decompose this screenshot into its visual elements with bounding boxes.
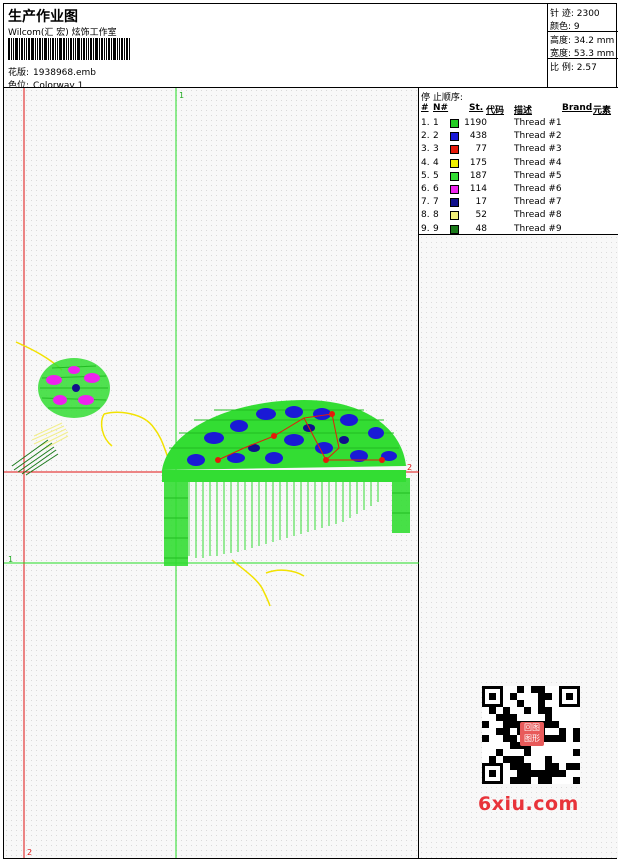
row-stitches: 175 <box>469 157 487 168</box>
row-number: 5 <box>433 170 439 181</box>
stop-sequence-panel: 停 止顺序: # N# St. 代码 描述 Brand 元素 1. 1 1190 Th… <box>419 88 618 235</box>
color-swatch <box>450 145 459 155</box>
watermark: 回图 图形 6xiu.com <box>474 684 590 824</box>
thread-row: 1. 1 1190 Thread #1 <box>419 118 618 131</box>
thread-row: 6. 6 114 Thread #6 <box>419 184 618 197</box>
stem-line <box>265 569 305 577</box>
row-stitches: 77 <box>475 144 487 155</box>
row-description: Thread #2 <box>514 131 562 142</box>
sheet-title: 生产作业图 <box>8 9 78 25</box>
col-header-brand: Brand <box>562 103 593 113</box>
col-header-number: N# <box>433 103 449 113</box>
thread-row: 5. 5 187 Thread #5 <box>419 171 618 184</box>
stats-panel: 针 迹: 2300 颜色: 9 高度: 34.2 mm 宽度: 53.3 mm … <box>548 4 618 88</box>
row-stitches: 52 <box>475 210 487 221</box>
row-index: 8. <box>421 210 430 221</box>
thread-row: 4. 4 175 Thread #4 <box>419 158 618 171</box>
row-index: 4. <box>421 157 430 168</box>
leaf-pale <box>31 422 69 451</box>
row-index: 6. <box>421 184 430 194</box>
small-flower <box>38 358 110 418</box>
row-number: 8 <box>433 210 439 221</box>
col-header-stitches: St. <box>469 103 484 113</box>
row-number: 7 <box>433 197 439 208</box>
stem-line <box>100 413 113 447</box>
col-header-description: 描述 <box>514 106 533 116</box>
qr-code-icon: 回图 图形 <box>482 686 580 784</box>
row-stitches: 438 <box>469 131 487 142</box>
row-index: 7. <box>421 197 430 208</box>
row-stitches: 48 <box>475 223 487 234</box>
studio-name: Wilcom(汇 宏) 炫饰工作室 <box>8 28 117 38</box>
row-description: Thread #5 <box>514 170 562 181</box>
guide-label-v-green: 1 <box>179 91 184 100</box>
row-index: 2. <box>421 131 430 142</box>
row-description: Thread #3 <box>514 144 562 155</box>
row-index: 9. <box>421 223 430 234</box>
stem-line <box>231 559 271 607</box>
col-header-element: 元素 <box>593 106 612 116</box>
row-stitches: 1190 <box>464 118 487 128</box>
design-canvas: 1 2 1 2 <box>4 88 419 858</box>
header-panel: 生产作业图 Wilcom(汇 宏) 炫饰工作室 花版: 1938968.emb 色… <box>4 4 548 91</box>
color-swatch <box>450 158 459 168</box>
stem-line <box>103 411 170 461</box>
stats-divider <box>548 31 618 32</box>
production-sheet: 生产作业图 Wilcom(汇 宏) 炫饰工作室 花版: 1938968.emb 色… <box>3 3 618 859</box>
stop-sequence-title: 停 止顺序: <box>421 93 463 103</box>
color-swatch <box>450 211 459 221</box>
thread-row: 8. 8 52 Thread #8 <box>419 210 618 223</box>
thread-row: 2. 2 438 Thread #2 <box>419 131 618 144</box>
stat-ratio: 比 例: 2.57 <box>550 63 597 73</box>
color-swatch <box>450 185 459 194</box>
fringe-stitches <box>188 482 379 558</box>
stats-divider <box>548 58 618 59</box>
row-number: 4 <box>433 157 439 168</box>
col-header-code: 代码 <box>486 106 505 116</box>
thread-row: 7. 7 17 Thread #7 <box>419 197 618 210</box>
filename-label: 花版: <box>8 68 30 78</box>
seal-stamp: 回图 图形 <box>520 722 544 746</box>
row-description: Thread #6 <box>514 184 562 194</box>
thread-row: 3. 3 77 Thread #3 <box>419 144 618 157</box>
color-swatch <box>450 132 459 142</box>
color-swatch <box>450 198 459 208</box>
row-number: 1 <box>433 118 439 128</box>
row-number: 2 <box>433 131 439 142</box>
row-description: Thread #8 <box>514 210 562 221</box>
color-swatch <box>450 224 459 234</box>
row-index: 3. <box>421 144 430 155</box>
row-stitches: 17 <box>475 197 487 208</box>
row-index: 1. <box>421 118 430 128</box>
embroidery-preview: 1 2 1 2 <box>4 88 419 858</box>
watermark-text: 6xiu.com <box>478 793 579 815</box>
row-description: Thread #1 <box>514 118 562 128</box>
col-header-index: # <box>421 103 429 113</box>
row-number: 6 <box>433 184 439 194</box>
row-description: Thread #7 <box>514 197 562 208</box>
row-number: 9 <box>433 223 439 234</box>
guide-label-h-red: 2 <box>407 463 412 472</box>
row-number: 3 <box>433 144 439 155</box>
barcode <box>8 38 144 60</box>
stat-height: 高度: 34.2 mm <box>550 36 615 46</box>
filename-value: 1938968.emb <box>33 68 97 78</box>
guide-label-v-red: 2 <box>27 848 32 857</box>
guide-label-h-green: 1 <box>8 555 13 564</box>
stat-stitches: 针 迹: 2300 <box>550 9 600 19</box>
row-description: Thread #9 <box>514 223 562 234</box>
row-stitches: 187 <box>469 170 487 181</box>
color-swatch <box>450 119 459 128</box>
row-description: Thread #4 <box>514 157 562 168</box>
filename-row: 花版: 1938968.emb <box>8 65 96 78</box>
color-swatch <box>450 171 459 181</box>
row-index: 5. <box>421 170 430 181</box>
row-stitches: 114 <box>469 184 487 194</box>
large-flower <box>162 400 410 566</box>
